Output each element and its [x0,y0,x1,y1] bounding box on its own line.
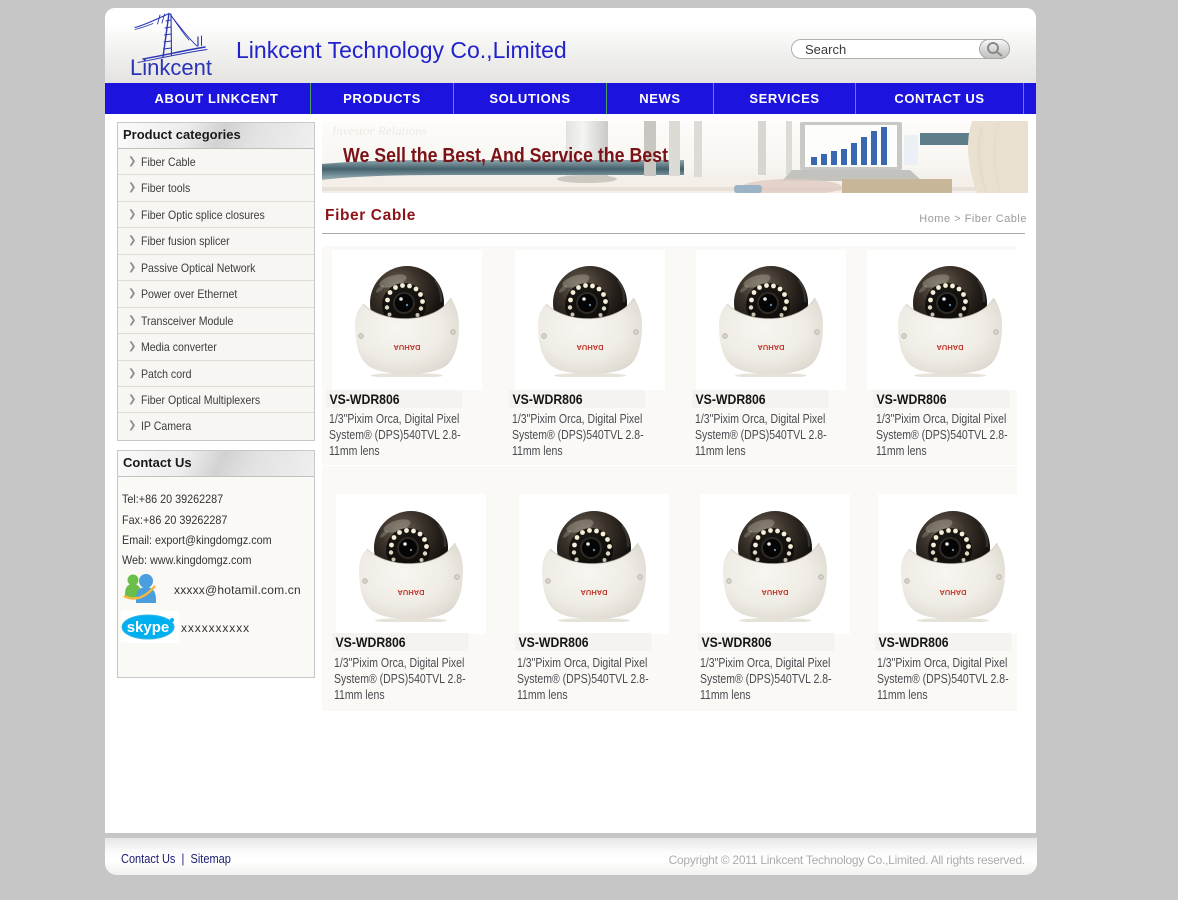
svg-text:skype: skype [127,619,170,636]
svg-text:Investor Relations: Investor Relations [331,123,427,138]
svg-text:We Sell the Best, And Service: We Sell the Best, And Service the Best [343,145,668,167]
